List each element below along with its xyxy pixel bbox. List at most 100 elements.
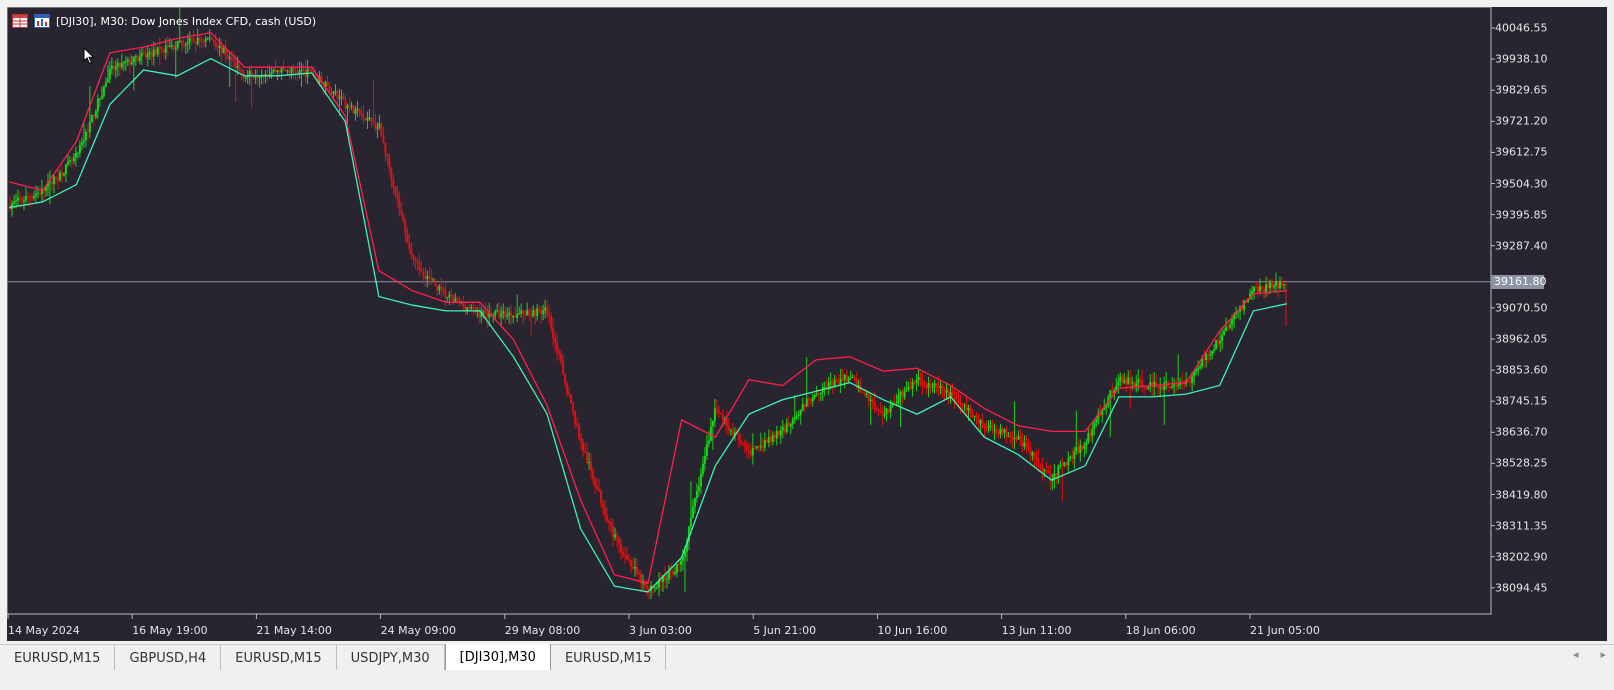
candle-body xyxy=(86,131,89,133)
price-tick-label: 38962.05 xyxy=(1495,332,1548,346)
chart-tab[interactable]: EURUSD,M15 xyxy=(221,645,337,671)
status-bar xyxy=(0,670,1614,690)
candle-body xyxy=(520,310,523,314)
candle-body xyxy=(456,298,459,300)
candle-body xyxy=(1031,452,1034,456)
candle-body xyxy=(1077,447,1080,453)
candle-body xyxy=(228,57,231,59)
candle-body xyxy=(68,160,71,162)
scroll-right-icon[interactable]: ▸ xyxy=(1600,648,1606,661)
chart-tab[interactable]: GBPUSD,H4 xyxy=(115,645,222,671)
candle-body xyxy=(206,38,209,40)
candle-body xyxy=(1175,384,1178,386)
candle-body xyxy=(1089,432,1092,437)
chart-tab[interactable]: EURUSD,M15 xyxy=(551,645,667,671)
candle-body xyxy=(410,248,413,256)
candle-body xyxy=(1047,470,1050,473)
candle-body xyxy=(813,394,816,398)
candle-body xyxy=(80,142,83,146)
candle-body xyxy=(608,520,611,523)
candle-body xyxy=(256,77,259,79)
chart-area[interactable]: [DJI30], M30: Dow Jones Index CFD, cash … xyxy=(7,7,1607,641)
candle-body xyxy=(881,411,884,416)
candle-body xyxy=(202,41,205,43)
candle-body xyxy=(142,52,145,54)
candle-body xyxy=(1125,379,1128,385)
candle-body xyxy=(777,431,780,436)
candle-body xyxy=(913,382,916,384)
grid-table-icon[interactable] xyxy=(12,14,28,28)
candle-body xyxy=(1273,285,1276,288)
candle-body xyxy=(865,393,868,395)
candle-body xyxy=(719,412,722,414)
candle-body xyxy=(376,127,379,129)
candle-body xyxy=(991,425,994,431)
candle-body xyxy=(596,486,599,489)
candle-body xyxy=(344,99,347,109)
candle-body xyxy=(314,74,317,76)
candle-body xyxy=(500,313,503,318)
scroll-left-icon[interactable]: ◂ xyxy=(1573,648,1579,661)
candle-body xyxy=(288,70,291,74)
candle-body xyxy=(602,502,605,508)
candle-body xyxy=(190,38,193,40)
candle-body xyxy=(398,198,401,210)
candle-body xyxy=(436,285,439,291)
candle-body xyxy=(1209,354,1212,356)
candle-body xyxy=(799,409,802,415)
candle-body xyxy=(715,408,718,411)
candle-body xyxy=(1219,340,1222,344)
candle-body xyxy=(218,45,221,48)
candle-body xyxy=(1001,428,1004,433)
candle-body xyxy=(508,312,511,316)
candle-body xyxy=(452,294,455,302)
chart-tab[interactable]: [DJI30],M30 xyxy=(444,644,551,671)
candle-body xyxy=(753,447,756,449)
candle-body xyxy=(302,69,305,71)
candle-body xyxy=(576,423,579,427)
candle-body xyxy=(877,410,880,412)
candle-body xyxy=(1013,437,1016,440)
candle-body xyxy=(781,426,784,431)
candle-body xyxy=(340,96,343,98)
candle-body xyxy=(248,71,251,76)
candle-body xyxy=(969,407,972,413)
candle-body xyxy=(981,420,984,425)
candle-body xyxy=(350,105,353,107)
candle-body xyxy=(626,555,629,560)
candle-body xyxy=(1003,429,1006,433)
candle-body xyxy=(743,443,746,446)
chart-tab[interactable]: EURUSD,M15 xyxy=(0,645,116,671)
candle-body xyxy=(132,56,135,63)
candle-body xyxy=(1127,377,1130,385)
candle-body xyxy=(1131,382,1134,384)
candle-body xyxy=(96,98,99,112)
candle-body xyxy=(1217,340,1220,344)
candle-body xyxy=(871,399,874,401)
candle-body xyxy=(977,418,980,424)
candle-body xyxy=(1267,284,1270,289)
candle-body xyxy=(28,197,31,199)
candle-body xyxy=(679,560,682,565)
candle-body xyxy=(829,382,832,384)
candle-body xyxy=(1285,284,1287,286)
candle-body xyxy=(933,383,936,387)
candle-body xyxy=(1123,379,1126,383)
candle-body xyxy=(669,570,672,572)
candle-body xyxy=(1265,284,1268,292)
candle-body xyxy=(274,69,277,72)
candle-body xyxy=(817,393,820,395)
candle-body xyxy=(1255,286,1258,288)
candle-body xyxy=(138,56,141,62)
candle-body xyxy=(362,115,365,118)
candle-body xyxy=(70,160,73,162)
candle-body xyxy=(84,131,87,141)
chart-window-icon[interactable] xyxy=(34,14,50,28)
price-chart[interactable] xyxy=(7,7,1607,641)
candle-body xyxy=(172,45,175,49)
candle-body xyxy=(847,378,850,382)
chart-tab[interactable]: USDJPY,M30 xyxy=(337,645,445,671)
candle-body xyxy=(646,585,648,589)
candle-body xyxy=(731,430,734,436)
candle-body xyxy=(1093,422,1096,429)
